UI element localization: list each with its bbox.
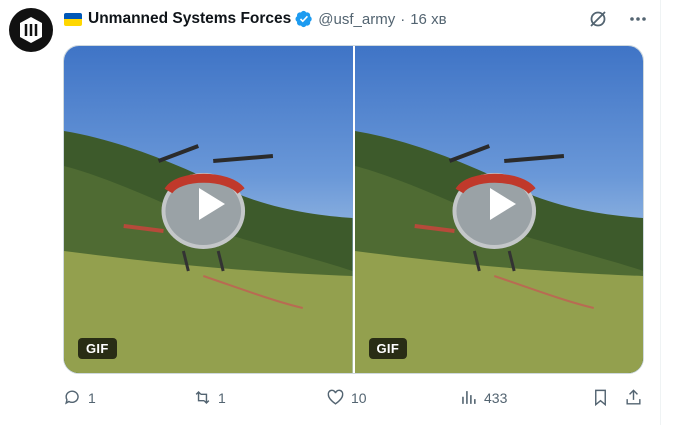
more-icon[interactable] — [627, 8, 649, 30]
grok-icon[interactable] — [587, 8, 609, 30]
repost-icon — [195, 390, 210, 405]
gif-right[interactable]: GIF — [354, 46, 643, 373]
like-count: 10 — [351, 389, 367, 406]
display-name[interactable]: Unmanned Systems Forces — [88, 10, 291, 28]
repost-count: 1 — [218, 389, 226, 406]
like-icon — [327, 389, 344, 405]
views-button[interactable]: 433 — [459, 388, 507, 407]
tweet-header: Unmanned Systems Forces @usf_army · 16 х… — [64, 8, 447, 30]
tweet[interactable]: Unmanned Systems Forces @usf_army · 16 х… — [0, 0, 679, 425]
gif-left[interactable]: GIF — [64, 46, 353, 373]
tweet-actions: 1 1 10 433 — [63, 388, 644, 412]
column-divider — [660, 0, 661, 425]
reply-button[interactable]: 1 — [63, 388, 96, 407]
reply-icon — [65, 390, 79, 405]
avatar[interactable] — [9, 8, 53, 52]
separator-dot: · — [400, 10, 406, 28]
ukraine-flag-icon — [64, 12, 82, 26]
share-icon — [626, 389, 641, 405]
header-actions — [587, 8, 649, 30]
account-handle[interactable]: @usf_army — [318, 11, 395, 28]
views-icon — [462, 391, 476, 404]
timestamp[interactable]: 16 хв — [410, 11, 446, 28]
play-icon[interactable] — [180, 176, 236, 232]
share-button[interactable] — [624, 388, 643, 407]
views-count: 433 — [484, 389, 508, 406]
repost-button[interactable]: 1 — [193, 388, 226, 407]
verified-badge-icon — [295, 10, 312, 28]
like-button[interactable]: 10 — [326, 388, 367, 407]
play-icon[interactable] — [471, 176, 527, 232]
gif-badge: GIF — [78, 338, 117, 359]
reply-count: 1 — [88, 389, 96, 406]
bookmark-icon — [595, 389, 606, 407]
bookmark-button[interactable] — [591, 388, 610, 407]
avatar-logo-icon — [20, 17, 42, 43]
media-grid: GIF GIF — [63, 45, 644, 374]
gif-badge: GIF — [368, 338, 408, 359]
